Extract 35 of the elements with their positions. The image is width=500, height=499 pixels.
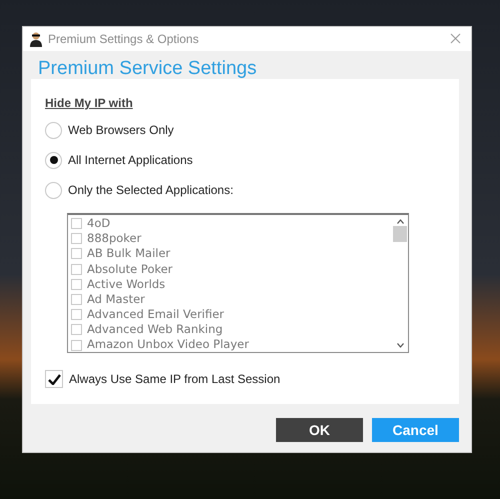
checkbox[interactable] — [71, 294, 82, 306]
dialog-heading: Premium Service Settings — [37, 57, 258, 79]
scroll-down-icon[interactable] — [396, 343, 404, 348]
checkbox[interactable] — [71, 278, 82, 290]
radio-button[interactable] — [45, 122, 62, 138]
checkbox[interactable] — [71, 309, 82, 320]
close-icon[interactable] — [450, 33, 461, 44]
ok-button[interactable]: OK — [276, 418, 363, 442]
radio-button[interactable] — [45, 182, 62, 198]
application-name: 4oD — [87, 214, 110, 232]
checkbox[interactable] — [71, 248, 82, 260]
application-name: Active Worlds — [87, 276, 166, 293]
radio-button[interactable] — [45, 152, 62, 168]
app-logo-icon — [29, 31, 43, 47]
application-name: Ad Master — [87, 290, 145, 308]
application-name: AB Bulk Mailer — [87, 245, 170, 262]
window-title: Premium Settings & Options — [48, 31, 199, 48]
application-name: Absolute Poker — [87, 260, 173, 278]
checkbox[interactable] — [71, 233, 82, 244]
radio-label: All Internet Applications — [68, 152, 193, 169]
checkbox[interactable] — [71, 340, 82, 351]
scroll-thumb[interactable] — [393, 226, 407, 242]
application-name: Amazon Unbox Video Player — [87, 336, 249, 354]
checkbox[interactable] — [71, 264, 82, 275]
application-name: Advanced Email Verifier — [87, 306, 224, 324]
checkbox[interactable] — [71, 324, 82, 336]
radio-label: Web Browsers Only — [68, 122, 174, 139]
checkbox[interactable] — [71, 218, 82, 230]
section-label: Hide My IP with — [45, 96, 133, 110]
checkbox-label: Always Use Same IP from Last Session — [69, 371, 280, 388]
radio-label: Only the Selected Applications: — [68, 182, 234, 199]
application-name: 888poker — [87, 230, 142, 248]
application-name: Advanced Web Ranking — [87, 321, 223, 338]
checkbox[interactable] — [45, 370, 63, 388]
scroll-up-icon[interactable] — [396, 219, 404, 224]
